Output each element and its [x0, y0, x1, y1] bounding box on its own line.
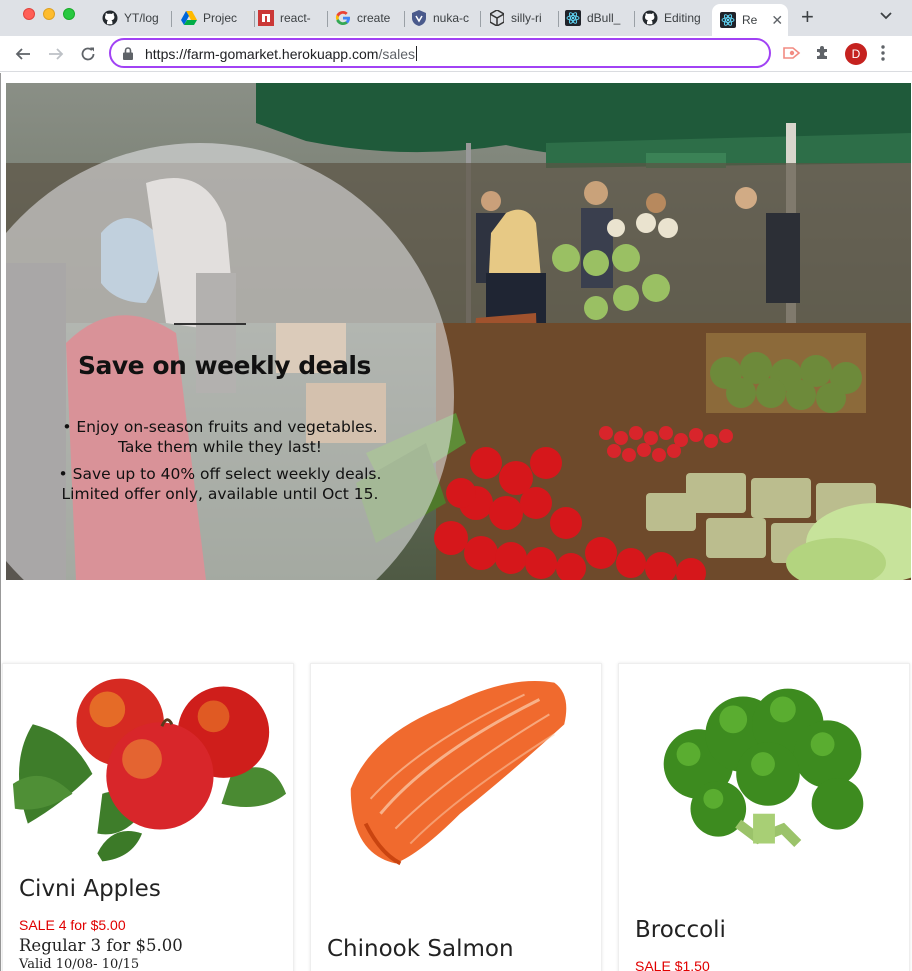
- apples-image: [12, 678, 287, 862]
- promo-divider: [174, 323, 246, 325]
- close-tab-icon[interactable]: ✕: [771, 12, 783, 29]
- tab-strip: YT/log Projec react- create nuka-c silly: [0, 0, 912, 36]
- product-card[interactable]: Civni Apples SALE 4 for $5.00 Regular 3 …: [2, 663, 294, 971]
- forward-icon[interactable]: [46, 44, 66, 64]
- tab-5[interactable]: silly-ri: [489, 4, 559, 32]
- page-content: Save on weekly deals • Enjoy on-season f…: [0, 73, 912, 971]
- react-icon: [565, 10, 581, 26]
- url-path: /sales: [378, 46, 416, 62]
- tab-2[interactable]: react-: [258, 4, 328, 32]
- address-bar[interactable]: https://farm-gomarket.herokuapp.com/sale…: [109, 38, 771, 68]
- tab-label: dBull_: [587, 11, 621, 25]
- github-icon: [102, 10, 118, 26]
- url-host: https://farm-gomarket.herokuapp.com: [145, 46, 379, 62]
- tab-label: create: [357, 11, 391, 25]
- sale-price: SALE $1.50: [635, 958, 710, 971]
- tab-label: Re: [742, 13, 758, 27]
- back-icon[interactable]: [13, 44, 33, 64]
- tab-label: silly-ri: [511, 11, 542, 25]
- profile-avatar[interactable]: D: [845, 43, 867, 65]
- zoom-window-button[interactable]: [63, 8, 75, 20]
- hero-title: Save on weekly deals: [78, 351, 371, 380]
- shield-icon: [411, 10, 427, 26]
- hero-bullet: • Enjoy on-season fruits and vegetables.…: [62, 418, 378, 456]
- tab-6[interactable]: dBull_: [565, 4, 635, 32]
- codesandbox-icon: [489, 10, 505, 26]
- hero-banner: Save on weekly deals • Enjoy on-season f…: [6, 83, 911, 580]
- close-window-button[interactable]: [23, 8, 35, 20]
- tab-label: Projec: [203, 11, 238, 25]
- puzzle-icon[interactable]: [815, 45, 831, 66]
- google-drive-icon: [181, 10, 197, 26]
- tab-0[interactable]: YT/log: [102, 4, 172, 32]
- product-card[interactable]: Chinook Salmon: [310, 663, 602, 971]
- github-icon: [642, 10, 658, 26]
- regular-price: Regular 3 for $5.00: [19, 936, 183, 955]
- broccoli-image: [663, 688, 864, 848]
- product-name: Broccoli: [635, 917, 726, 943]
- product-name: Chinook Salmon: [327, 936, 514, 962]
- valid-dates: Valid 10/08- 10/15: [19, 957, 140, 971]
- new-tab-button[interactable]: +: [801, 6, 814, 28]
- product-name: Civni Apples: [19, 876, 161, 902]
- sale-price: SALE 4 for $5.00: [19, 917, 126, 933]
- tab-1[interactable]: Projec: [181, 4, 255, 32]
- tab-label: YT/log: [124, 11, 159, 25]
- product-card[interactable]: Broccoli SALE $1.50: [618, 663, 910, 971]
- browser-toolbar: https://farm-gomarket.herokuapp.com/sale…: [0, 36, 912, 72]
- chevron-down-icon[interactable]: [879, 8, 893, 27]
- hero-bullet: • Save up to 40% off select weekly deals…: [58, 465, 382, 503]
- npm-icon: [258, 10, 274, 26]
- tab-active[interactable]: Re ✕: [712, 4, 788, 36]
- kebab-menu-icon[interactable]: [881, 45, 885, 66]
- tab-label: Editing: [664, 11, 701, 25]
- salmon-image: [350, 680, 567, 866]
- lock-icon[interactable]: [123, 47, 133, 65]
- react-icon: [720, 12, 736, 28]
- google-icon: [335, 10, 351, 26]
- tab-7[interactable]: Editing: [642, 4, 712, 32]
- extension-icon[interactable]: [783, 45, 801, 66]
- tab-3[interactable]: create: [335, 4, 405, 32]
- tab-4[interactable]: nuka-c: [411, 4, 481, 32]
- minimize-window-button[interactable]: [43, 8, 55, 20]
- tab-label: nuka-c: [433, 11, 470, 25]
- reload-icon[interactable]: [78, 44, 98, 64]
- tab-label: react-: [280, 11, 311, 25]
